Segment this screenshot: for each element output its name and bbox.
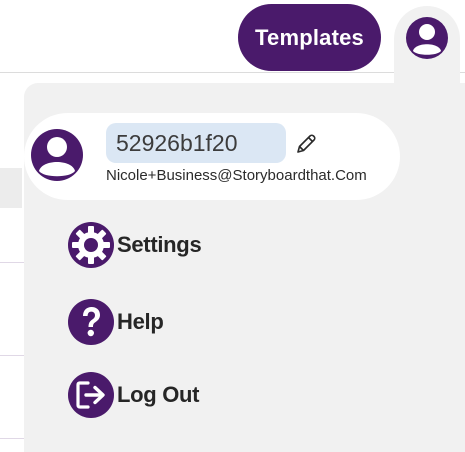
user-avatar-icon[interactable] [405, 16, 449, 60]
background-divider [0, 355, 24, 356]
username-field[interactable] [106, 123, 286, 163]
logout-icon [68, 372, 114, 418]
profile-avatar-icon [31, 129, 83, 181]
menu-item-settings-label: Settings [117, 232, 202, 257]
pencil-icon[interactable] [294, 132, 318, 156]
menu-item-help-label: Help [117, 309, 164, 334]
question-icon [68, 299, 114, 345]
menu-item-log-out[interactable]: Log Out [67, 370, 200, 420]
background-panel [0, 168, 22, 208]
menu-item-log-out-label: Log Out [117, 382, 200, 407]
background-divider [0, 262, 24, 263]
background-divider [0, 438, 24, 439]
gear-icon [68, 222, 114, 268]
templates-button[interactable]: Templates [238, 4, 381, 71]
user-email: Nicole+Business@Storyboardthat.Com [106, 167, 367, 184]
menu-item-settings[interactable]: Settings [67, 220, 202, 270]
templates-button-label: Templates [255, 24, 364, 50]
menu-item-help[interactable]: Help [67, 297, 164, 347]
